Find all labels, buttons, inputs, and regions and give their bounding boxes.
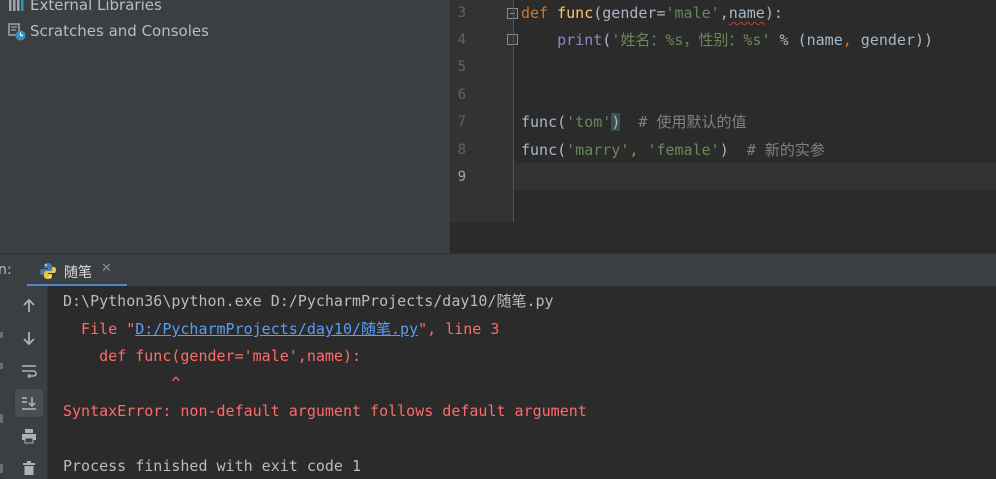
run-console[interactable]: D:\Python36\python.exe D:/PycharmProject… — [48, 286, 996, 479]
code-line-4[interactable]: print('姓名：%s，性别：%s' % (name, gender)) — [521, 31, 933, 49]
code-line-7[interactable]: func('tom') # 使用默认的值 — [521, 113, 746, 131]
code-editor[interactable]: 3 4 5 6 7 8 9 def func(gender='male',nam… — [450, 0, 996, 253]
project-tool-window: External Libraries Scratches and Console… — [0, 0, 450, 253]
traceback-prefix: File " — [63, 320, 136, 338]
line-number: 3 — [457, 5, 466, 21]
line-number: 8 — [457, 142, 466, 158]
scratches-icon — [8, 23, 26, 41]
line-number: 4 — [457, 32, 466, 48]
current-line-highlight — [514, 163, 996, 190]
close-icon[interactable]: ✕ — [101, 261, 112, 276]
down-arrow-icon[interactable] — [15, 324, 43, 352]
tree-item-scratches[interactable]: Scratches and Consoles — [8, 20, 209, 42]
run-toolbar — [10, 286, 48, 479]
string-literal: 'tom' — [566, 113, 612, 131]
console-caret-line: ^ — [63, 374, 181, 392]
console-error-message: SyntaxError: non-default argument follow… — [63, 402, 587, 420]
code-token: func( — [521, 113, 567, 131]
code-token: % (name — [770, 31, 843, 49]
keyword-def: def — [521, 4, 549, 22]
code-token: ( — [602, 31, 612, 49]
console-exit-status: Process finished with exit code 1 — [63, 457, 362, 475]
run-label: n: — [0, 262, 12, 278]
run-tool-window-header: n: 随笔 ✕ — [0, 253, 996, 287]
function-name: func — [557, 4, 594, 22]
scroll-to-end-icon[interactable] — [15, 389, 43, 417]
code-token: ) — [719, 141, 729, 159]
code-line-3[interactable]: def func(gender='male',name): — [521, 4, 783, 22]
comment: # 新的实参 — [728, 141, 825, 159]
code-token: func( — [521, 141, 567, 159]
builtin-print: print — [557, 31, 603, 49]
editor-gutter[interactable]: 3 4 5 6 7 8 9 — [450, 0, 518, 222]
string-literal: '姓名：%s，性别：%s' — [611, 31, 771, 49]
traceback-suffix: ", line 3 — [418, 320, 500, 338]
tree-item-label: External Libraries — [30, 0, 162, 14]
run-tab[interactable]: 随笔 ✕ — [27, 254, 127, 287]
string-literal: 'male' — [665, 4, 720, 22]
code-token: ): — [764, 4, 783, 22]
editor-empty-area — [450, 222, 996, 253]
line-number: 5 — [457, 59, 466, 75]
matched-paren: ) — [611, 113, 621, 131]
console-traceback-file: File "D:/PycharmProjects/day10/随笔.py", l… — [63, 320, 499, 338]
string-literal: 'female' — [647, 141, 720, 159]
error-param: name — [728, 4, 765, 22]
traceback-file-link[interactable]: D:/PycharmProjects/day10/随笔.py — [135, 320, 418, 338]
code-token: gender)) — [851, 31, 934, 49]
code-token: (gender= — [593, 4, 666, 22]
console-command: D:\Python36\python.exe D:/PycharmProject… — [63, 292, 554, 310]
code-token: , — [842, 31, 852, 49]
code-token: , — [719, 4, 729, 22]
comment: # 使用默认的值 — [620, 113, 747, 131]
print-icon[interactable] — [15, 422, 43, 450]
console-source-line: def func(gender='male',name): — [63, 347, 362, 365]
run-side-strip — [0, 286, 10, 479]
soft-wrap-icon[interactable] — [15, 357, 43, 385]
tree-item-label: Scratches and Consoles — [30, 22, 209, 40]
trash-icon[interactable] — [15, 454, 43, 479]
code-token: , — [629, 141, 648, 159]
current-line-number: 9 — [457, 169, 466, 185]
line-number: 7 — [457, 114, 466, 130]
library-icon — [8, 0, 26, 13]
tree-item-external-libraries[interactable]: External Libraries — [8, 0, 162, 16]
run-tab-title: 随笔 — [64, 265, 92, 281]
up-arrow-icon[interactable] — [15, 292, 43, 320]
string-literal: 'marry' — [566, 141, 630, 159]
python-icon — [39, 262, 57, 284]
code-line-8[interactable]: func('marry', 'female') # 新的实参 — [521, 141, 825, 159]
line-number: 6 — [457, 87, 466, 103]
